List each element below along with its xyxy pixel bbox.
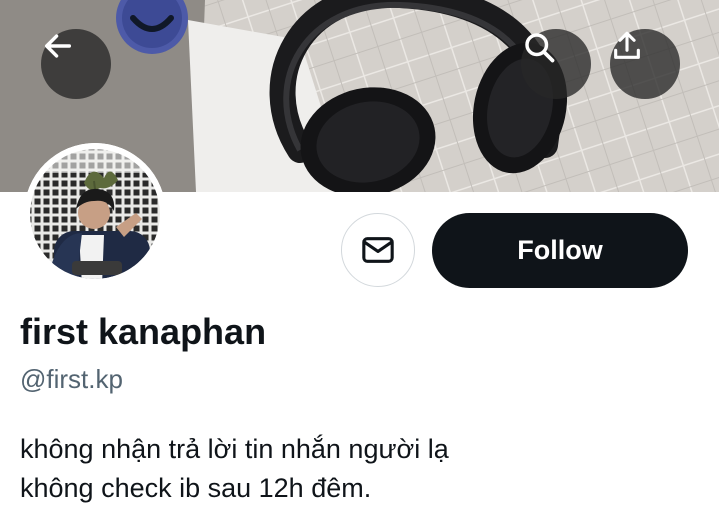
avatar-photo — [24, 143, 166, 285]
username-handle: @first.kp — [20, 364, 123, 394]
bio-line: không check ib sau 12h đêm. — [20, 473, 372, 503]
envelope-icon — [362, 237, 394, 263]
search-button[interactable] — [521, 29, 591, 99]
avatar[interactable] — [24, 143, 166, 285]
share-button[interactable] — [610, 29, 680, 99]
display-name: first kanaphan — [20, 311, 267, 352]
profile-bio: không nhận trả lời tin nhắn người lạ khô… — [20, 430, 449, 508]
search-icon — [525, 33, 555, 63]
follow-button[interactable]: Follow — [432, 213, 688, 288]
arrow-left-icon — [44, 34, 72, 58]
back-button[interactable] — [41, 29, 111, 99]
message-button[interactable] — [341, 213, 415, 287]
bio-line: không nhận trả lời tin nhắn người lạ — [20, 434, 449, 464]
share-icon — [614, 31, 640, 59]
profile-screen: Follow first kanaphan @first.kp không nh… — [0, 0, 719, 524]
follow-button-label: Follow — [517, 235, 603, 265]
